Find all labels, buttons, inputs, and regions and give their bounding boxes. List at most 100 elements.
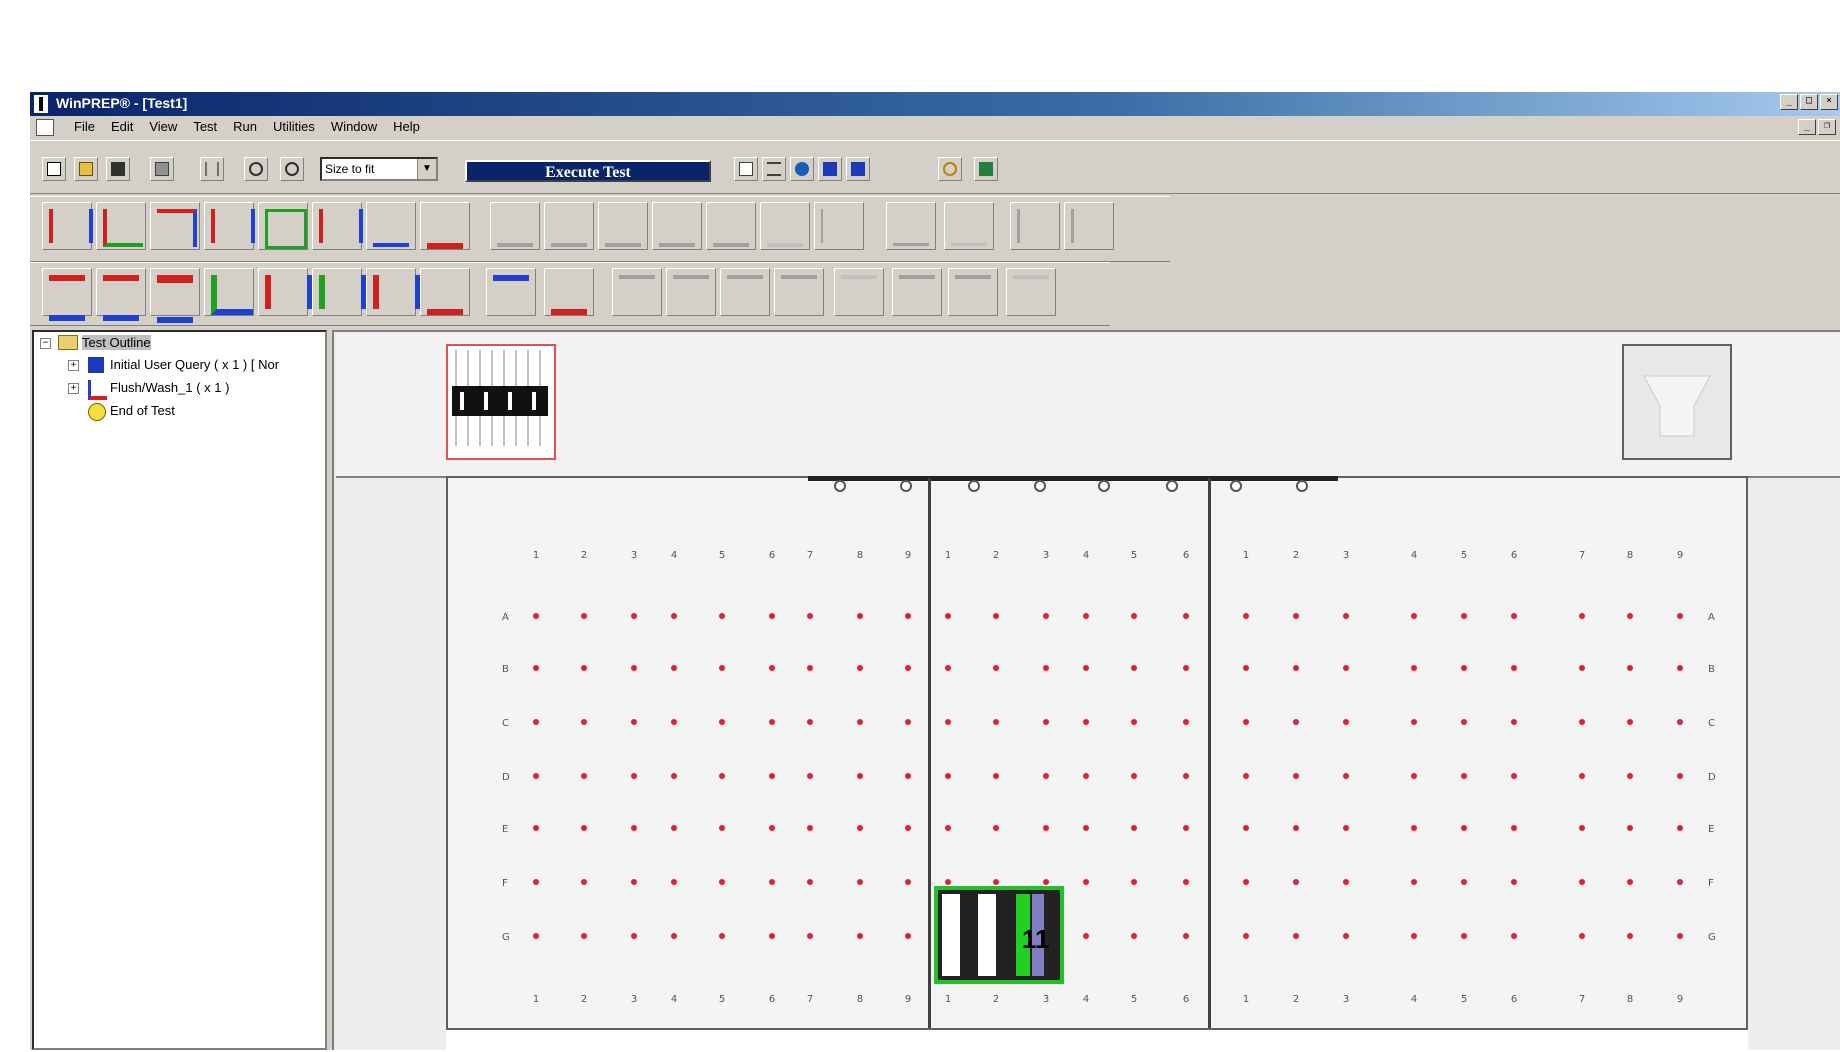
well[interactable] bbox=[1293, 665, 1299, 671]
well[interactable] bbox=[1579, 773, 1585, 779]
well[interactable] bbox=[1511, 825, 1517, 831]
well[interactable] bbox=[1677, 773, 1683, 779]
well[interactable] bbox=[905, 719, 911, 725]
well[interactable] bbox=[631, 719, 637, 725]
well[interactable] bbox=[1243, 825, 1249, 831]
well[interactable] bbox=[1627, 825, 1633, 831]
well[interactable] bbox=[857, 825, 863, 831]
well[interactable] bbox=[1511, 773, 1517, 779]
well[interactable] bbox=[769, 719, 775, 725]
well[interactable] bbox=[533, 933, 539, 939]
well[interactable] bbox=[993, 719, 999, 725]
well[interactable] bbox=[1677, 825, 1683, 831]
well[interactable] bbox=[671, 665, 677, 671]
well[interactable] bbox=[533, 719, 539, 725]
well[interactable] bbox=[769, 613, 775, 619]
well[interactable] bbox=[581, 933, 587, 939]
well[interactable] bbox=[1083, 825, 1089, 831]
well[interactable] bbox=[1343, 773, 1349, 779]
well[interactable] bbox=[1343, 933, 1349, 939]
well[interactable] bbox=[1293, 933, 1299, 939]
well[interactable] bbox=[533, 825, 539, 831]
well[interactable] bbox=[1511, 613, 1517, 619]
well[interactable] bbox=[1411, 665, 1417, 671]
well[interactable] bbox=[1293, 825, 1299, 831]
well[interactable] bbox=[1183, 879, 1189, 885]
well[interactable] bbox=[533, 613, 539, 619]
well[interactable] bbox=[1043, 613, 1049, 619]
well[interactable] bbox=[1579, 879, 1585, 885]
well[interactable] bbox=[1579, 665, 1585, 671]
well[interactable] bbox=[1083, 719, 1089, 725]
rack-position-11[interactable]: 11 bbox=[934, 886, 1064, 984]
well[interactable] bbox=[671, 613, 677, 619]
well[interactable] bbox=[905, 665, 911, 671]
well[interactable] bbox=[807, 613, 813, 619]
well[interactable] bbox=[1677, 879, 1683, 885]
well[interactable] bbox=[945, 773, 951, 779]
well[interactable] bbox=[769, 825, 775, 831]
well[interactable] bbox=[1043, 665, 1049, 671]
well[interactable] bbox=[533, 879, 539, 885]
well[interactable] bbox=[1461, 613, 1467, 619]
well[interactable] bbox=[807, 933, 813, 939]
well[interactable] bbox=[719, 933, 725, 939]
well[interactable] bbox=[769, 933, 775, 939]
well[interactable] bbox=[993, 825, 999, 831]
well[interactable] bbox=[1293, 879, 1299, 885]
well[interactable] bbox=[1183, 719, 1189, 725]
well[interactable] bbox=[1511, 665, 1517, 671]
well[interactable] bbox=[719, 613, 725, 619]
well[interactable] bbox=[1511, 719, 1517, 725]
well[interactable] bbox=[1677, 665, 1683, 671]
well[interactable] bbox=[1627, 613, 1633, 619]
well[interactable] bbox=[581, 825, 587, 831]
well[interactable] bbox=[1083, 665, 1089, 671]
well[interactable] bbox=[631, 933, 637, 939]
well[interactable] bbox=[581, 665, 587, 671]
well[interactable] bbox=[1083, 879, 1089, 885]
well[interactable] bbox=[1243, 613, 1249, 619]
well[interactable] bbox=[671, 879, 677, 885]
well[interactable] bbox=[631, 665, 637, 671]
well[interactable] bbox=[1183, 825, 1189, 831]
well[interactable] bbox=[719, 719, 725, 725]
well[interactable] bbox=[671, 773, 677, 779]
well[interactable] bbox=[1131, 933, 1137, 939]
well[interactable] bbox=[1043, 879, 1049, 885]
well[interactable] bbox=[1131, 613, 1137, 619]
well[interactable] bbox=[1131, 773, 1137, 779]
well[interactable] bbox=[1677, 613, 1683, 619]
well[interactable] bbox=[1627, 773, 1633, 779]
well[interactable] bbox=[857, 933, 863, 939]
well[interactable] bbox=[857, 613, 863, 619]
well[interactable] bbox=[1243, 719, 1249, 725]
well[interactable] bbox=[719, 665, 725, 671]
well[interactable] bbox=[1579, 933, 1585, 939]
well[interactable] bbox=[769, 665, 775, 671]
well[interactable] bbox=[1511, 933, 1517, 939]
well[interactable] bbox=[1627, 933, 1633, 939]
well[interactable] bbox=[1043, 825, 1049, 831]
well[interactable] bbox=[993, 613, 999, 619]
well[interactable] bbox=[631, 825, 637, 831]
well[interactable] bbox=[719, 825, 725, 831]
well[interactable] bbox=[1461, 719, 1467, 725]
well[interactable] bbox=[905, 773, 911, 779]
well[interactable] bbox=[1579, 613, 1585, 619]
well[interactable] bbox=[993, 773, 999, 779]
well[interactable] bbox=[857, 665, 863, 671]
well[interactable] bbox=[1083, 933, 1089, 939]
well[interactable] bbox=[1411, 613, 1417, 619]
well[interactable] bbox=[1461, 665, 1467, 671]
well[interactable] bbox=[1579, 719, 1585, 725]
well[interactable] bbox=[1293, 773, 1299, 779]
well[interactable] bbox=[1243, 933, 1249, 939]
well[interactable] bbox=[1411, 719, 1417, 725]
well[interactable] bbox=[1343, 613, 1349, 619]
well[interactable] bbox=[1131, 665, 1137, 671]
well[interactable] bbox=[1243, 879, 1249, 885]
well[interactable] bbox=[769, 773, 775, 779]
well[interactable] bbox=[993, 879, 999, 885]
well[interactable] bbox=[671, 933, 677, 939]
